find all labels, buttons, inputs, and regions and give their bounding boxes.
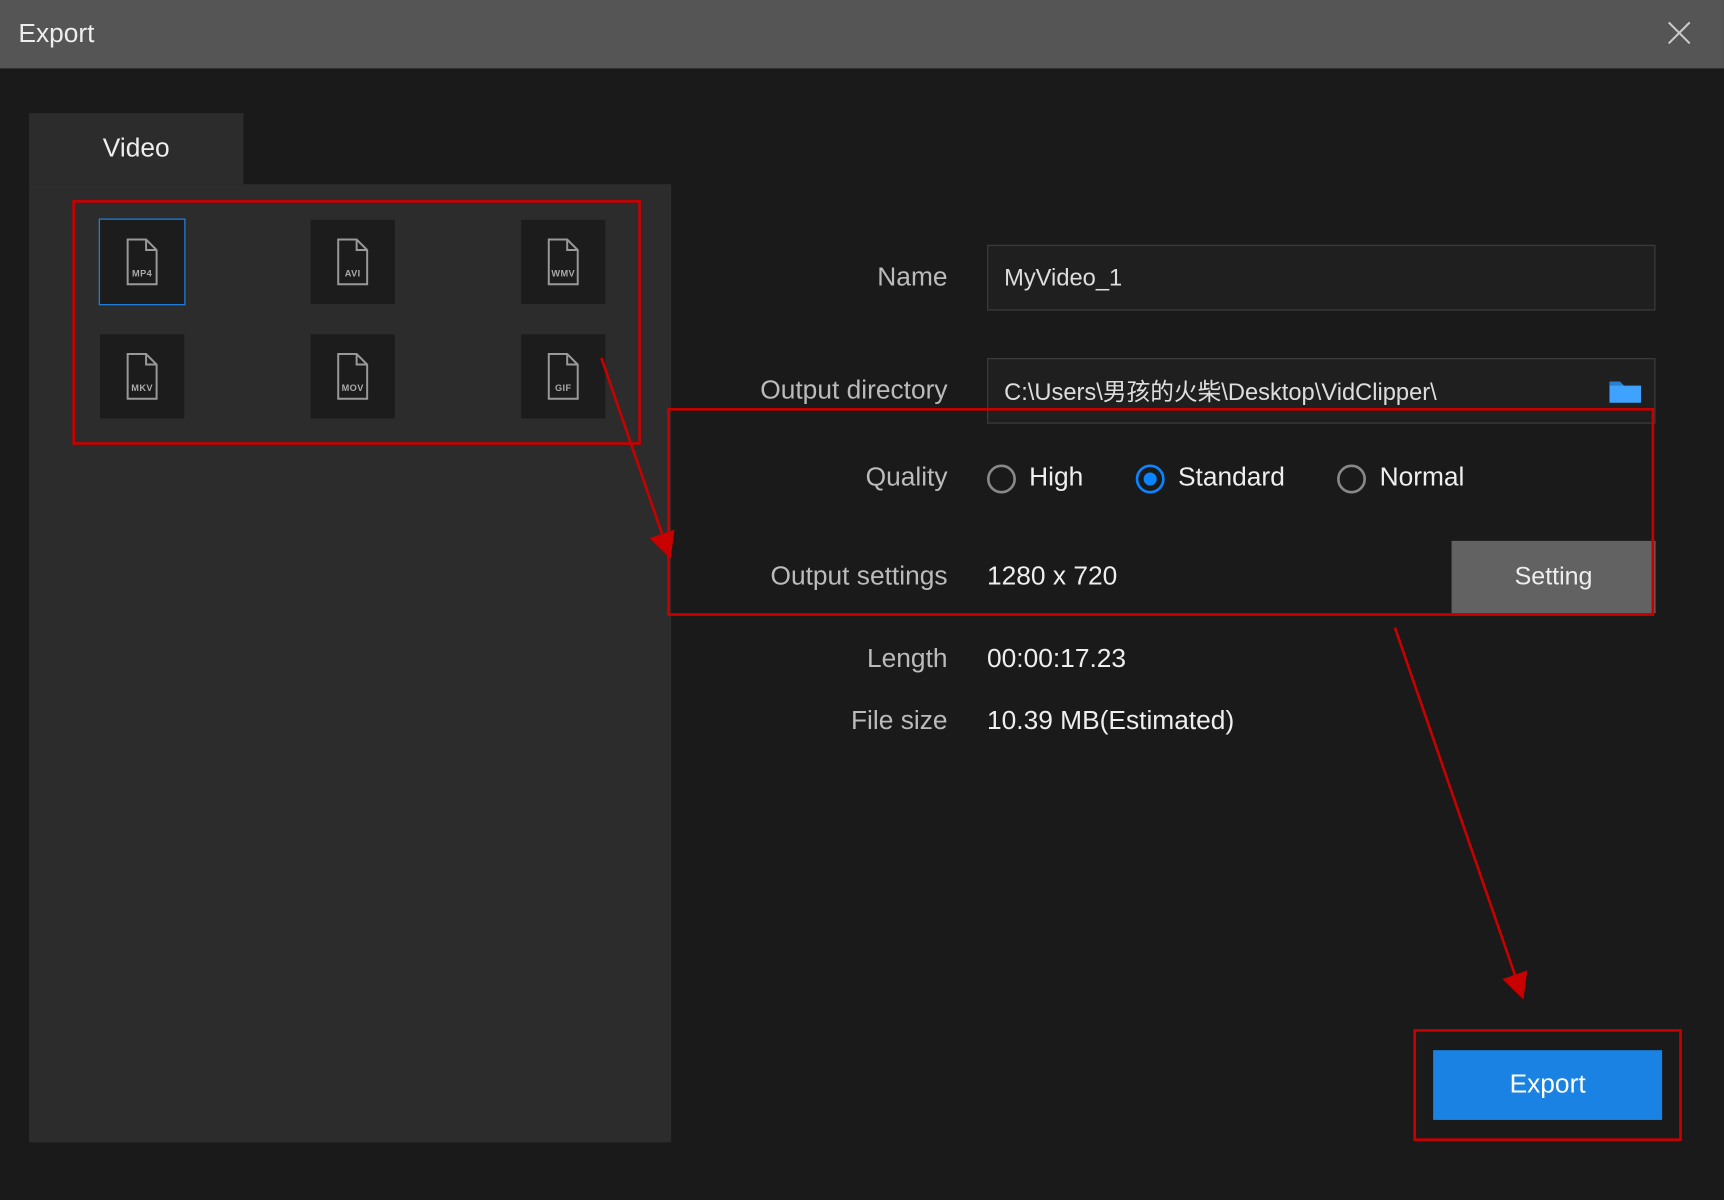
file-icon: WMV [544, 237, 583, 287]
radio-label: Normal [1380, 463, 1465, 493]
quality-radio-standard[interactable]: Standard [1136, 463, 1285, 493]
output-directory-field[interactable]: C:\Users\男孩的火柴\Desktop\VidClipper\ [987, 358, 1656, 424]
close-icon[interactable] [1658, 14, 1700, 53]
format-wmv[interactable]: WMV [521, 220, 605, 304]
format-mp4[interactable]: MP4 [100, 220, 184, 304]
setting-button[interactable]: Setting [1452, 541, 1656, 613]
format-label: MOV [333, 384, 372, 393]
annotation-format-box: MP4 AVI WMV MKV MOV GIF [72, 200, 641, 445]
name-input[interactable] [987, 245, 1656, 311]
name-label: Name [711, 263, 987, 293]
format-mkv[interactable]: MKV [100, 334, 184, 418]
tab-video[interactable]: Video [29, 113, 244, 184]
format-label: GIF [544, 384, 583, 393]
quality-radio-high[interactable]: High [987, 463, 1083, 493]
format-label: MP4 [122, 270, 161, 279]
quality-label: Quality [711, 463, 987, 493]
format-label: WMV [544, 270, 583, 279]
quality-radio-normal[interactable]: Normal [1337, 463, 1464, 493]
file-icon: AVI [333, 237, 372, 287]
dir-value: C:\Users\男孩的火柴\Desktop\VidClipper\ [1004, 374, 1607, 408]
filesize-label: File size [711, 707, 987, 737]
format-label: MKV [122, 384, 161, 393]
format-label: AVI [333, 270, 372, 279]
length-value: 00:00:17.23 [987, 645, 1684, 675]
filesize-value: 10.39 MB(Estimated) [987, 707, 1684, 737]
folder-icon[interactable] [1607, 376, 1644, 405]
radio-icon [987, 464, 1016, 493]
output-settings-value: 1280 x 720 [987, 562, 1117, 592]
titlebar: Export [0, 0, 1724, 68]
length-label: Length [711, 645, 987, 675]
output-settings-label: Output settings [711, 562, 987, 592]
format-mov[interactable]: MOV [311, 334, 395, 418]
radio-label: High [1029, 463, 1083, 493]
radio-label: Standard [1178, 463, 1285, 493]
tab-video-label: Video [103, 134, 170, 164]
annotation-export-box: Export [1413, 1029, 1681, 1141]
file-icon: MOV [333, 351, 372, 401]
file-icon: MKV [122, 351, 161, 401]
file-icon: MP4 [122, 237, 161, 287]
export-button[interactable]: Export [1433, 1050, 1662, 1120]
file-icon: GIF [544, 351, 583, 401]
radio-icon [1337, 464, 1366, 493]
window-title: Export [18, 19, 94, 49]
format-panel: MP4 AVI WMV MKV MOV GIF [29, 184, 671, 1142]
dir-label: Output directory [711, 376, 987, 406]
radio-icon [1136, 464, 1165, 493]
format-avi[interactable]: AVI [311, 220, 395, 304]
format-gif[interactable]: GIF [521, 334, 605, 418]
